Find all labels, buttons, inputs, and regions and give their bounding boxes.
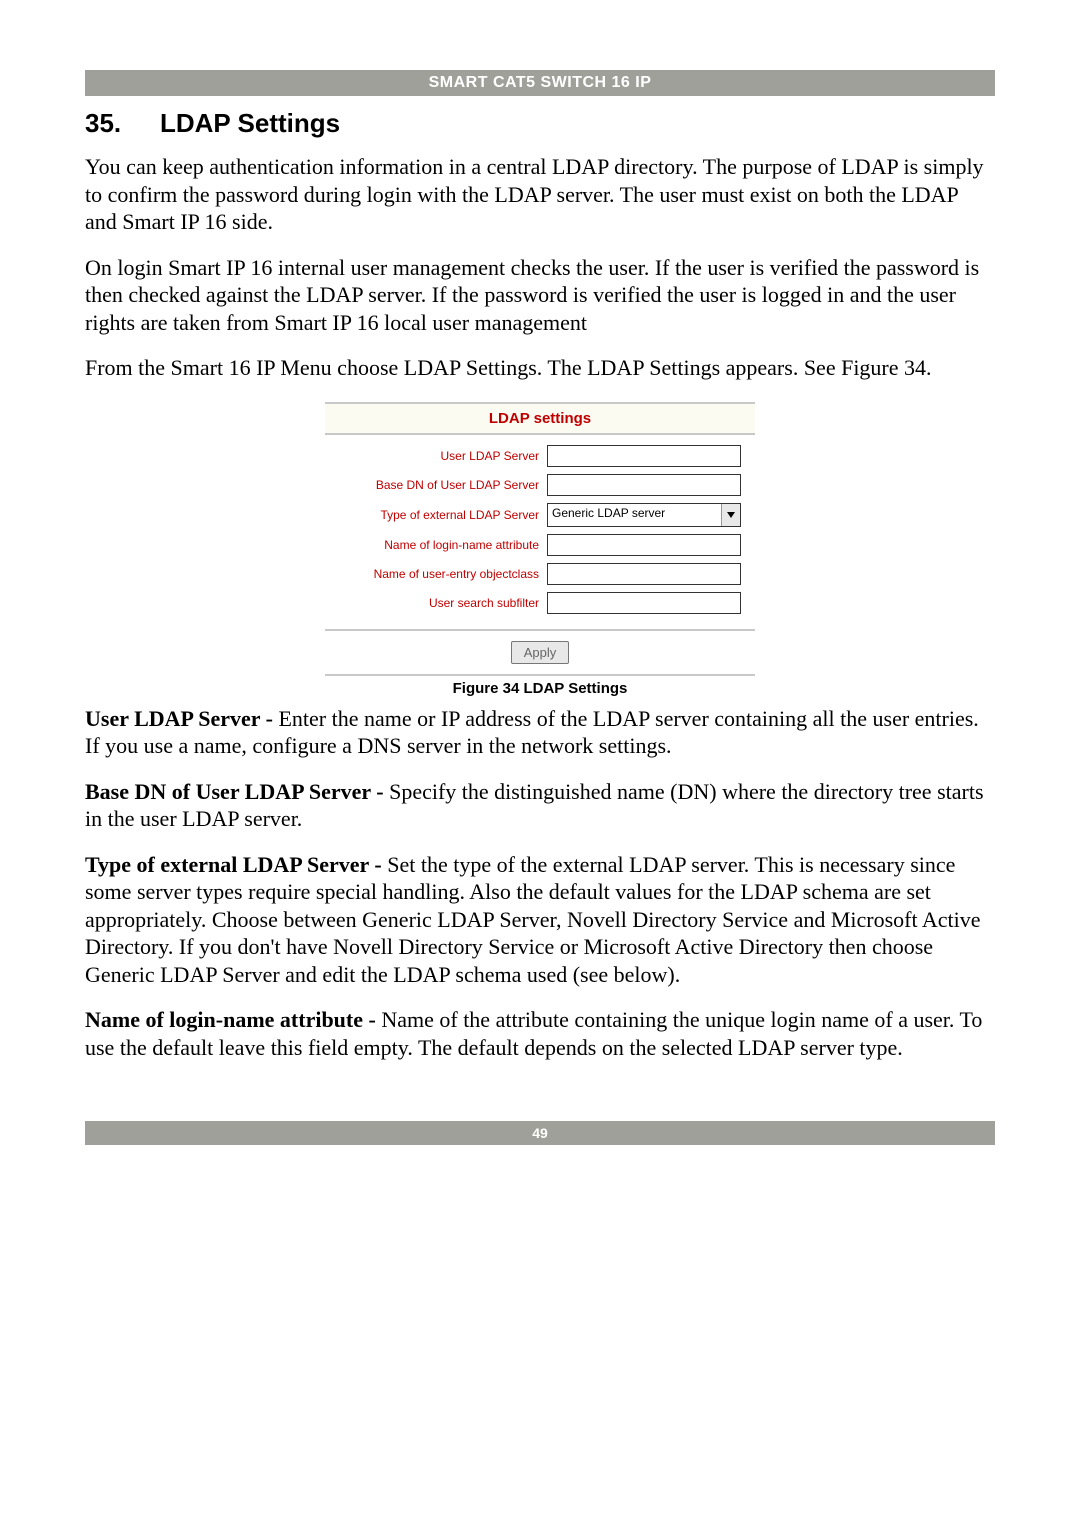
header-title: SMART CAT5 SWITCH 16 IP <box>429 74 652 91</box>
input-user-ldap-server[interactable] <box>547 445 741 467</box>
row-user-entry-objectclass: Name of user-entry objectclass <box>339 563 741 585</box>
section-number: 35. <box>85 108 160 139</box>
page-number: 49 <box>532 1125 548 1141</box>
apply-button[interactable]: Apply <box>511 641 570 664</box>
row-type-external: Type of external LDAP Server Generic LDA… <box>339 503 741 527</box>
term-type-external: Type of external LDAP Server - <box>85 852 387 877</box>
term-user-ldap-server: User LDAP Server - <box>85 706 278 731</box>
input-user-search-subfilter[interactable] <box>547 592 741 614</box>
section-heading: 35.LDAP Settings <box>85 108 995 139</box>
label-user-search-subfilter: User search subfilter <box>339 596 547 610</box>
input-user-entry-objectclass[interactable] <box>547 563 741 585</box>
page-footer-bar: 49 <box>85 1121 995 1145</box>
select-type-external-value: Generic LDAP server <box>548 504 721 526</box>
input-login-name-attr[interactable] <box>547 534 741 556</box>
panel-body: User LDAP Server Base DN of User LDAP Se… <box>325 435 755 631</box>
paragraph-1: You can keep authentication information … <box>85 153 995 236</box>
paragraph-2: On login Smart IP 16 internal user manag… <box>85 254 995 337</box>
ldap-settings-panel: LDAP settings User LDAP Server Base DN o… <box>325 402 755 676</box>
label-user-entry-objectclass: Name of user-entry objectclass <box>339 567 547 581</box>
row-login-name-attr: Name of login-name attribute <box>339 534 741 556</box>
row-base-dn: Base DN of User LDAP Server <box>339 474 741 496</box>
row-user-search-subfilter: User search subfilter <box>339 592 741 614</box>
panel-title: LDAP settings <box>325 404 755 435</box>
paragraph-3: From the Smart 16 IP Menu choose LDAP Se… <box>85 354 995 382</box>
page-header-bar: SMART CAT5 SWITCH 16 IP <box>85 70 995 96</box>
row-user-ldap-server: User LDAP Server <box>339 445 741 467</box>
label-login-name-attr: Name of login-name attribute <box>339 538 547 552</box>
panel-footer: Apply <box>325 631 755 674</box>
term-login-name-attr: Name of login-name attribute - <box>85 1007 381 1032</box>
label-type-external: Type of external LDAP Server <box>339 508 547 522</box>
def-user-ldap-server: User LDAP Server - Enter the name or IP … <box>85 705 995 760</box>
select-type-external[interactable]: Generic LDAP server <box>547 503 741 527</box>
input-base-dn[interactable] <box>547 474 741 496</box>
label-base-dn: Base DN of User LDAP Server <box>339 478 547 492</box>
figure-34: LDAP settings User LDAP Server Base DN o… <box>325 402 755 697</box>
section-title-text: LDAP Settings <box>160 108 340 138</box>
def-type-external: Type of external LDAP Server - Set the t… <box>85 851 995 989</box>
figure-caption: Figure 34 LDAP Settings <box>325 680 755 697</box>
label-user-ldap-server: User LDAP Server <box>339 449 547 463</box>
def-login-name-attr: Name of login-name attribute - Name of t… <box>85 1006 995 1061</box>
def-base-dn: Base DN of User LDAP Server - Specify th… <box>85 778 995 833</box>
chevron-down-icon <box>721 504 740 526</box>
term-base-dn: Base DN of User LDAP Server - <box>85 779 389 804</box>
